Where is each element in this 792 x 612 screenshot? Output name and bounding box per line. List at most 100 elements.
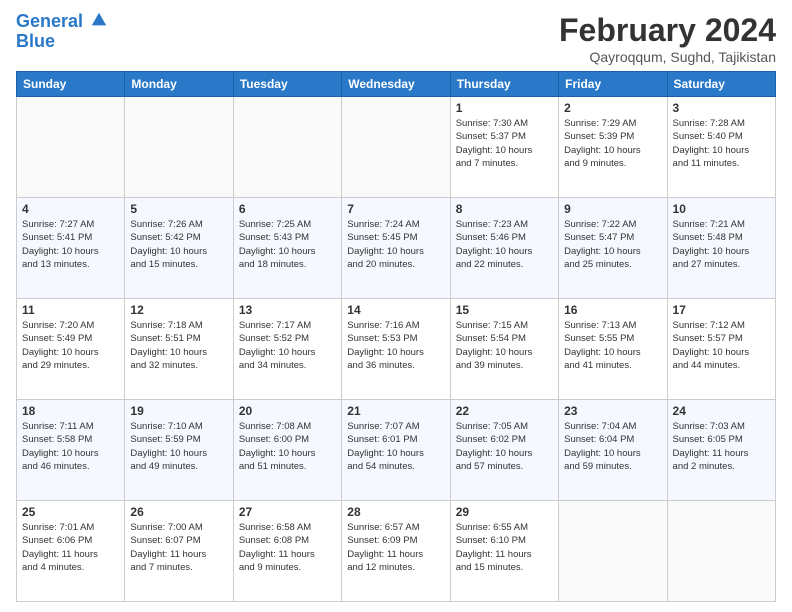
- day-number: 14: [347, 303, 444, 317]
- day-number: 23: [564, 404, 661, 418]
- day-number: 21: [347, 404, 444, 418]
- calendar-cell: 17 Sunrise: 7:12 AMSunset: 5:57 PMDayligh…: [667, 299, 775, 400]
- day-info: Sunrise: 7:13 AMSunset: 5:55 PMDaylight:…: [564, 319, 661, 372]
- weekday-sunday: Sunday: [17, 72, 125, 97]
- calendar-cell: 15Sunrise: 7:15 AMSunset: 5:54 PMDayligh…: [450, 299, 558, 400]
- logo: General Blue: [16, 12, 108, 52]
- calendar-cell: [667, 501, 775, 602]
- logo-text: General Blue: [16, 12, 108, 52]
- week-row: 18 Sunrise: 7:11 AMSunset: 5:58 PMDayligh…: [17, 400, 776, 501]
- day-info: Sunrise: 7:26 AMSunset: 5:42 PMDaylight:…: [130, 218, 227, 271]
- calendar-cell: 5 Sunrise: 7:26 AMSunset: 5:42 PMDaylight…: [125, 198, 233, 299]
- calendar-cell: [342, 97, 450, 198]
- day-number: 6: [239, 202, 336, 216]
- day-number: 26: [130, 505, 227, 519]
- page: General Blue February 2024 Qayroqqum, Su…: [0, 0, 792, 612]
- calendar-cell: 13Sunrise: 7:17 AMSunset: 5:52 PMDayligh…: [233, 299, 341, 400]
- week-row: 4Sunrise: 7:27 AMSunset: 5:41 PMDaylight…: [17, 198, 776, 299]
- calendar-cell: 14Sunrise: 7:16 AMSunset: 5:53 PMDayligh…: [342, 299, 450, 400]
- weekday-header: SundayMondayTuesdayWednesdayThursdayFrid…: [17, 72, 776, 97]
- day-info: Sunrise: 7:10 AMSunset: 5:59 PMDaylight:…: [130, 420, 227, 473]
- header: General Blue February 2024 Qayroqqum, Su…: [16, 12, 776, 65]
- day-number: 11: [22, 303, 119, 317]
- day-number: 17: [673, 303, 770, 317]
- day-info: Sunrise: 7:25 AMSunset: 5:43 PMDaylight:…: [239, 218, 336, 271]
- day-info: Sunrise: 7:12 AMSunset: 5:57 PMDaylight:…: [673, 319, 770, 372]
- calendar-cell: 10 Sunrise: 7:21 AMSunset: 5:48 PMDayligh…: [667, 198, 775, 299]
- day-number: 2: [564, 101, 661, 115]
- calendar-cell: 25 Sunrise: 7:01 AMSunset: 6:06 PMDayligh…: [17, 501, 125, 602]
- calendar-cell: 24 Sunrise: 7:03 AMSunset: 6:05 PMDayligh…: [667, 400, 775, 501]
- calendar-cell: 23 Sunrise: 7:04 AMSunset: 6:04 PMDayligh…: [559, 400, 667, 501]
- month-title: February 2024: [559, 12, 776, 49]
- day-number: 3: [673, 101, 770, 115]
- calendar-body: 1 Sunrise: 7:30 AMSunset: 5:37 PMDaylight…: [17, 97, 776, 602]
- calendar-cell: 8 Sunrise: 7:23 AMSunset: 5:46 PMDaylight…: [450, 198, 558, 299]
- day-number: 5: [130, 202, 227, 216]
- calendar-cell: 26 Sunrise: 7:00 AMSunset: 6:07 PMDayligh…: [125, 501, 233, 602]
- day-number: 15: [456, 303, 553, 317]
- calendar-cell: 11 Sunrise: 7:20 AMSunset: 5:49 PMDayligh…: [17, 299, 125, 400]
- day-number: 18: [22, 404, 119, 418]
- day-number: 28: [347, 505, 444, 519]
- day-number: 24: [673, 404, 770, 418]
- day-info: Sunrise: 7:20 AMSunset: 5:49 PMDaylight:…: [22, 319, 119, 372]
- week-row: 25 Sunrise: 7:01 AMSunset: 6:06 PMDayligh…: [17, 501, 776, 602]
- day-info: Sunrise: 7:18 AMSunset: 5:51 PMDaylight:…: [130, 319, 227, 372]
- location: Qayroqqum, Sughd, Tajikistan: [559, 49, 776, 65]
- calendar-cell: 3 Sunrise: 7:28 AMSunset: 5:40 PMDaylight…: [667, 97, 775, 198]
- title-section: February 2024 Qayroqqum, Sughd, Tajikist…: [559, 12, 776, 65]
- calendar-cell: [233, 97, 341, 198]
- day-info: Sunrise: 7:07 AMSunset: 6:01 PMDaylight:…: [347, 420, 444, 473]
- calendar-cell: 12 Sunrise: 7:18 AMSunset: 5:51 PMDayligh…: [125, 299, 233, 400]
- day-info: Sunrise: 7:22 AMSunset: 5:47 PMDaylight:…: [564, 218, 661, 271]
- calendar-cell: [17, 97, 125, 198]
- day-info: Sunrise: 7:17 AMSunset: 5:52 PMDaylight:…: [239, 319, 336, 372]
- day-info: Sunrise: 7:23 AMSunset: 5:46 PMDaylight:…: [456, 218, 553, 271]
- weekday-thursday: Thursday: [450, 72, 558, 97]
- day-info: Sunrise: 7:28 AMSunset: 5:40 PMDaylight:…: [673, 117, 770, 170]
- day-info: Sunrise: 7:11 AMSunset: 5:58 PMDaylight:…: [22, 420, 119, 473]
- calendar-cell: 7Sunrise: 7:24 AMSunset: 5:45 PMDaylight…: [342, 198, 450, 299]
- day-number: 20: [239, 404, 336, 418]
- calendar-cell: 22 Sunrise: 7:05 AMSunset: 6:02 PMDayligh…: [450, 400, 558, 501]
- weekday-wednesday: Wednesday: [342, 72, 450, 97]
- day-number: 9: [564, 202, 661, 216]
- day-number: 12: [130, 303, 227, 317]
- day-number: 10: [673, 202, 770, 216]
- weekday-friday: Friday: [559, 72, 667, 97]
- day-info: Sunrise: 7:03 AMSunset: 6:05 PMDaylight:…: [673, 420, 770, 473]
- calendar-cell: 1 Sunrise: 7:30 AMSunset: 5:37 PMDaylight…: [450, 97, 558, 198]
- day-number: 1: [456, 101, 553, 115]
- day-info: Sunrise: 7:29 AMSunset: 5:39 PMDaylight:…: [564, 117, 661, 170]
- day-info: Sunrise: 7:01 AMSunset: 6:06 PMDaylight:…: [22, 521, 119, 574]
- day-number: 29: [456, 505, 553, 519]
- calendar-cell: 16 Sunrise: 7:13 AMSunset: 5:55 PMDayligh…: [559, 299, 667, 400]
- calendar-cell: 9 Sunrise: 7:22 AMSunset: 5:47 PMDaylight…: [559, 198, 667, 299]
- calendar-cell: 6 Sunrise: 7:25 AMSunset: 5:43 PMDaylight…: [233, 198, 341, 299]
- day-info: Sunrise: 7:04 AMSunset: 6:04 PMDaylight:…: [564, 420, 661, 473]
- day-info: Sunrise: 7:08 AMSunset: 6:00 PMDaylight:…: [239, 420, 336, 473]
- day-number: 16: [564, 303, 661, 317]
- calendar-cell: 27Sunrise: 6:58 AMSunset: 6:08 PMDayligh…: [233, 501, 341, 602]
- day-info: Sunrise: 6:57 AMSunset: 6:09 PMDaylight:…: [347, 521, 444, 574]
- week-row: 11 Sunrise: 7:20 AMSunset: 5:49 PMDayligh…: [17, 299, 776, 400]
- calendar-cell: [125, 97, 233, 198]
- week-row: 1 Sunrise: 7:30 AMSunset: 5:37 PMDaylight…: [17, 97, 776, 198]
- day-info: Sunrise: 7:21 AMSunset: 5:48 PMDaylight:…: [673, 218, 770, 271]
- day-number: 22: [456, 404, 553, 418]
- day-info: Sunrise: 7:00 AMSunset: 6:07 PMDaylight:…: [130, 521, 227, 574]
- calendar-cell: 19 Sunrise: 7:10 AMSunset: 5:59 PMDayligh…: [125, 400, 233, 501]
- day-info: Sunrise: 6:58 AMSunset: 6:08 PMDaylight:…: [239, 521, 336, 574]
- day-info: Sunrise: 7:05 AMSunset: 6:02 PMDaylight:…: [456, 420, 553, 473]
- day-info: Sunrise: 7:30 AMSunset: 5:37 PMDaylight:…: [456, 117, 553, 170]
- weekday-tuesday: Tuesday: [233, 72, 341, 97]
- day-number: 8: [456, 202, 553, 216]
- calendar-cell: 21 Sunrise: 7:07 AMSunset: 6:01 PMDayligh…: [342, 400, 450, 501]
- calendar: SundayMondayTuesdayWednesdayThursdayFrid…: [16, 71, 776, 602]
- day-number: 25: [22, 505, 119, 519]
- day-info: Sunrise: 7:24 AMSunset: 5:45 PMDaylight:…: [347, 218, 444, 271]
- day-info: Sunrise: 6:55 AMSunset: 6:10 PMDaylight:…: [456, 521, 553, 574]
- day-number: 4: [22, 202, 119, 216]
- day-number: 19: [130, 404, 227, 418]
